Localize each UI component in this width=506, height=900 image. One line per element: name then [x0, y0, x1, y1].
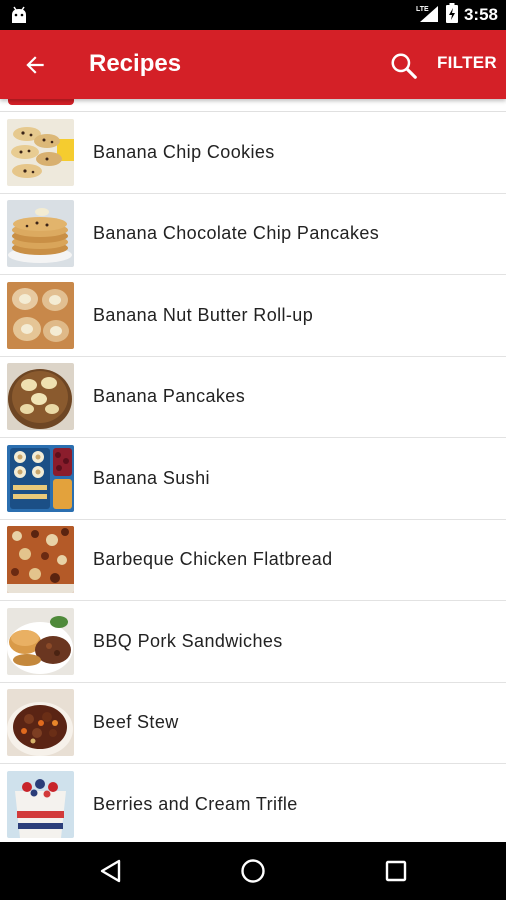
battery-icon [445, 2, 458, 28]
sandwich-image [7, 607, 74, 675]
lte-signal-icon: LTE [416, 3, 440, 28]
recipe-name: Banana Sushi [93, 467, 210, 488]
list-item[interactable]: Beef Stew [0, 682, 506, 764]
recipe-list: Banana Chip Cookies Banana Chocolate Chi… [0, 112, 506, 846]
triangle-back-icon [100, 859, 121, 883]
square-recents-icon [385, 860, 407, 882]
recipe-name: Barbeque Chicken Flatbread [93, 549, 333, 570]
banana-pancakes-image [7, 363, 74, 431]
recipe-name: Berries and Cream Trifle [93, 793, 298, 814]
status-time: 3:58 [463, 5, 498, 24]
recipe-name: Banana Chip Cookies [93, 141, 275, 162]
stew-image [7, 689, 74, 757]
app-screen: LTE 3:58 Recipes FILTER Banana Chip Cook… [0, 0, 506, 900]
list-item[interactable]: Banana Sushi [0, 438, 506, 520]
recipe-name: Beef Stew [93, 712, 179, 733]
svg-text:LTE: LTE [416, 6, 429, 13]
list-item[interactable]: Banana Chip Cookies [0, 112, 506, 194]
page-title: Recipes [89, 50, 182, 77]
recipe-name: Banana Nut Butter Roll-up [93, 304, 314, 325]
list-item[interactable]: Banana Nut Butter Roll-up [0, 275, 506, 357]
search-icon [391, 53, 417, 79]
nav-back-button[interactable] [96, 856, 126, 886]
status-bar: LTE 3:58 [0, 0, 506, 30]
system-nav-bar [0, 842, 506, 900]
arrow-left-icon [26, 56, 44, 74]
rollup-image [7, 281, 74, 349]
status-icons: LTE 3:58 [416, 0, 498, 30]
list-item[interactable]: Banana Pancakes [0, 356, 506, 438]
nav-home-button[interactable] [238, 856, 268, 886]
flatbread-image [7, 526, 74, 594]
circle-home-icon [241, 859, 265, 883]
recipe-name: Banana Pancakes [93, 386, 246, 407]
filter-button[interactable]: FILTER [437, 53, 497, 73]
app-bar: Recipes FILTER [0, 30, 506, 99]
recipe-name: BBQ Pork Sandwiches [93, 630, 283, 651]
list-item[interactable]: BBQ Pork Sandwiches [0, 601, 506, 683]
pancakes-image [7, 200, 74, 268]
android-notification-icon [8, 5, 30, 25]
cookies-image [7, 118, 74, 186]
tab-indicator [8, 99, 74, 105]
nav-recents-button[interactable] [381, 856, 411, 886]
back-button[interactable] [14, 44, 56, 86]
trifle-image [7, 770, 74, 838]
recipe-name: Banana Chocolate Chip Pancakes [93, 223, 380, 244]
list-item[interactable]: Barbeque Chicken Flatbread [0, 519, 506, 601]
sushi-image [7, 444, 74, 512]
list-item[interactable]: Banana Chocolate Chip Pancakes [0, 193, 506, 275]
search-button[interactable] [384, 46, 424, 86]
list-item[interactable]: Berries and Cream Trifle [0, 764, 506, 846]
